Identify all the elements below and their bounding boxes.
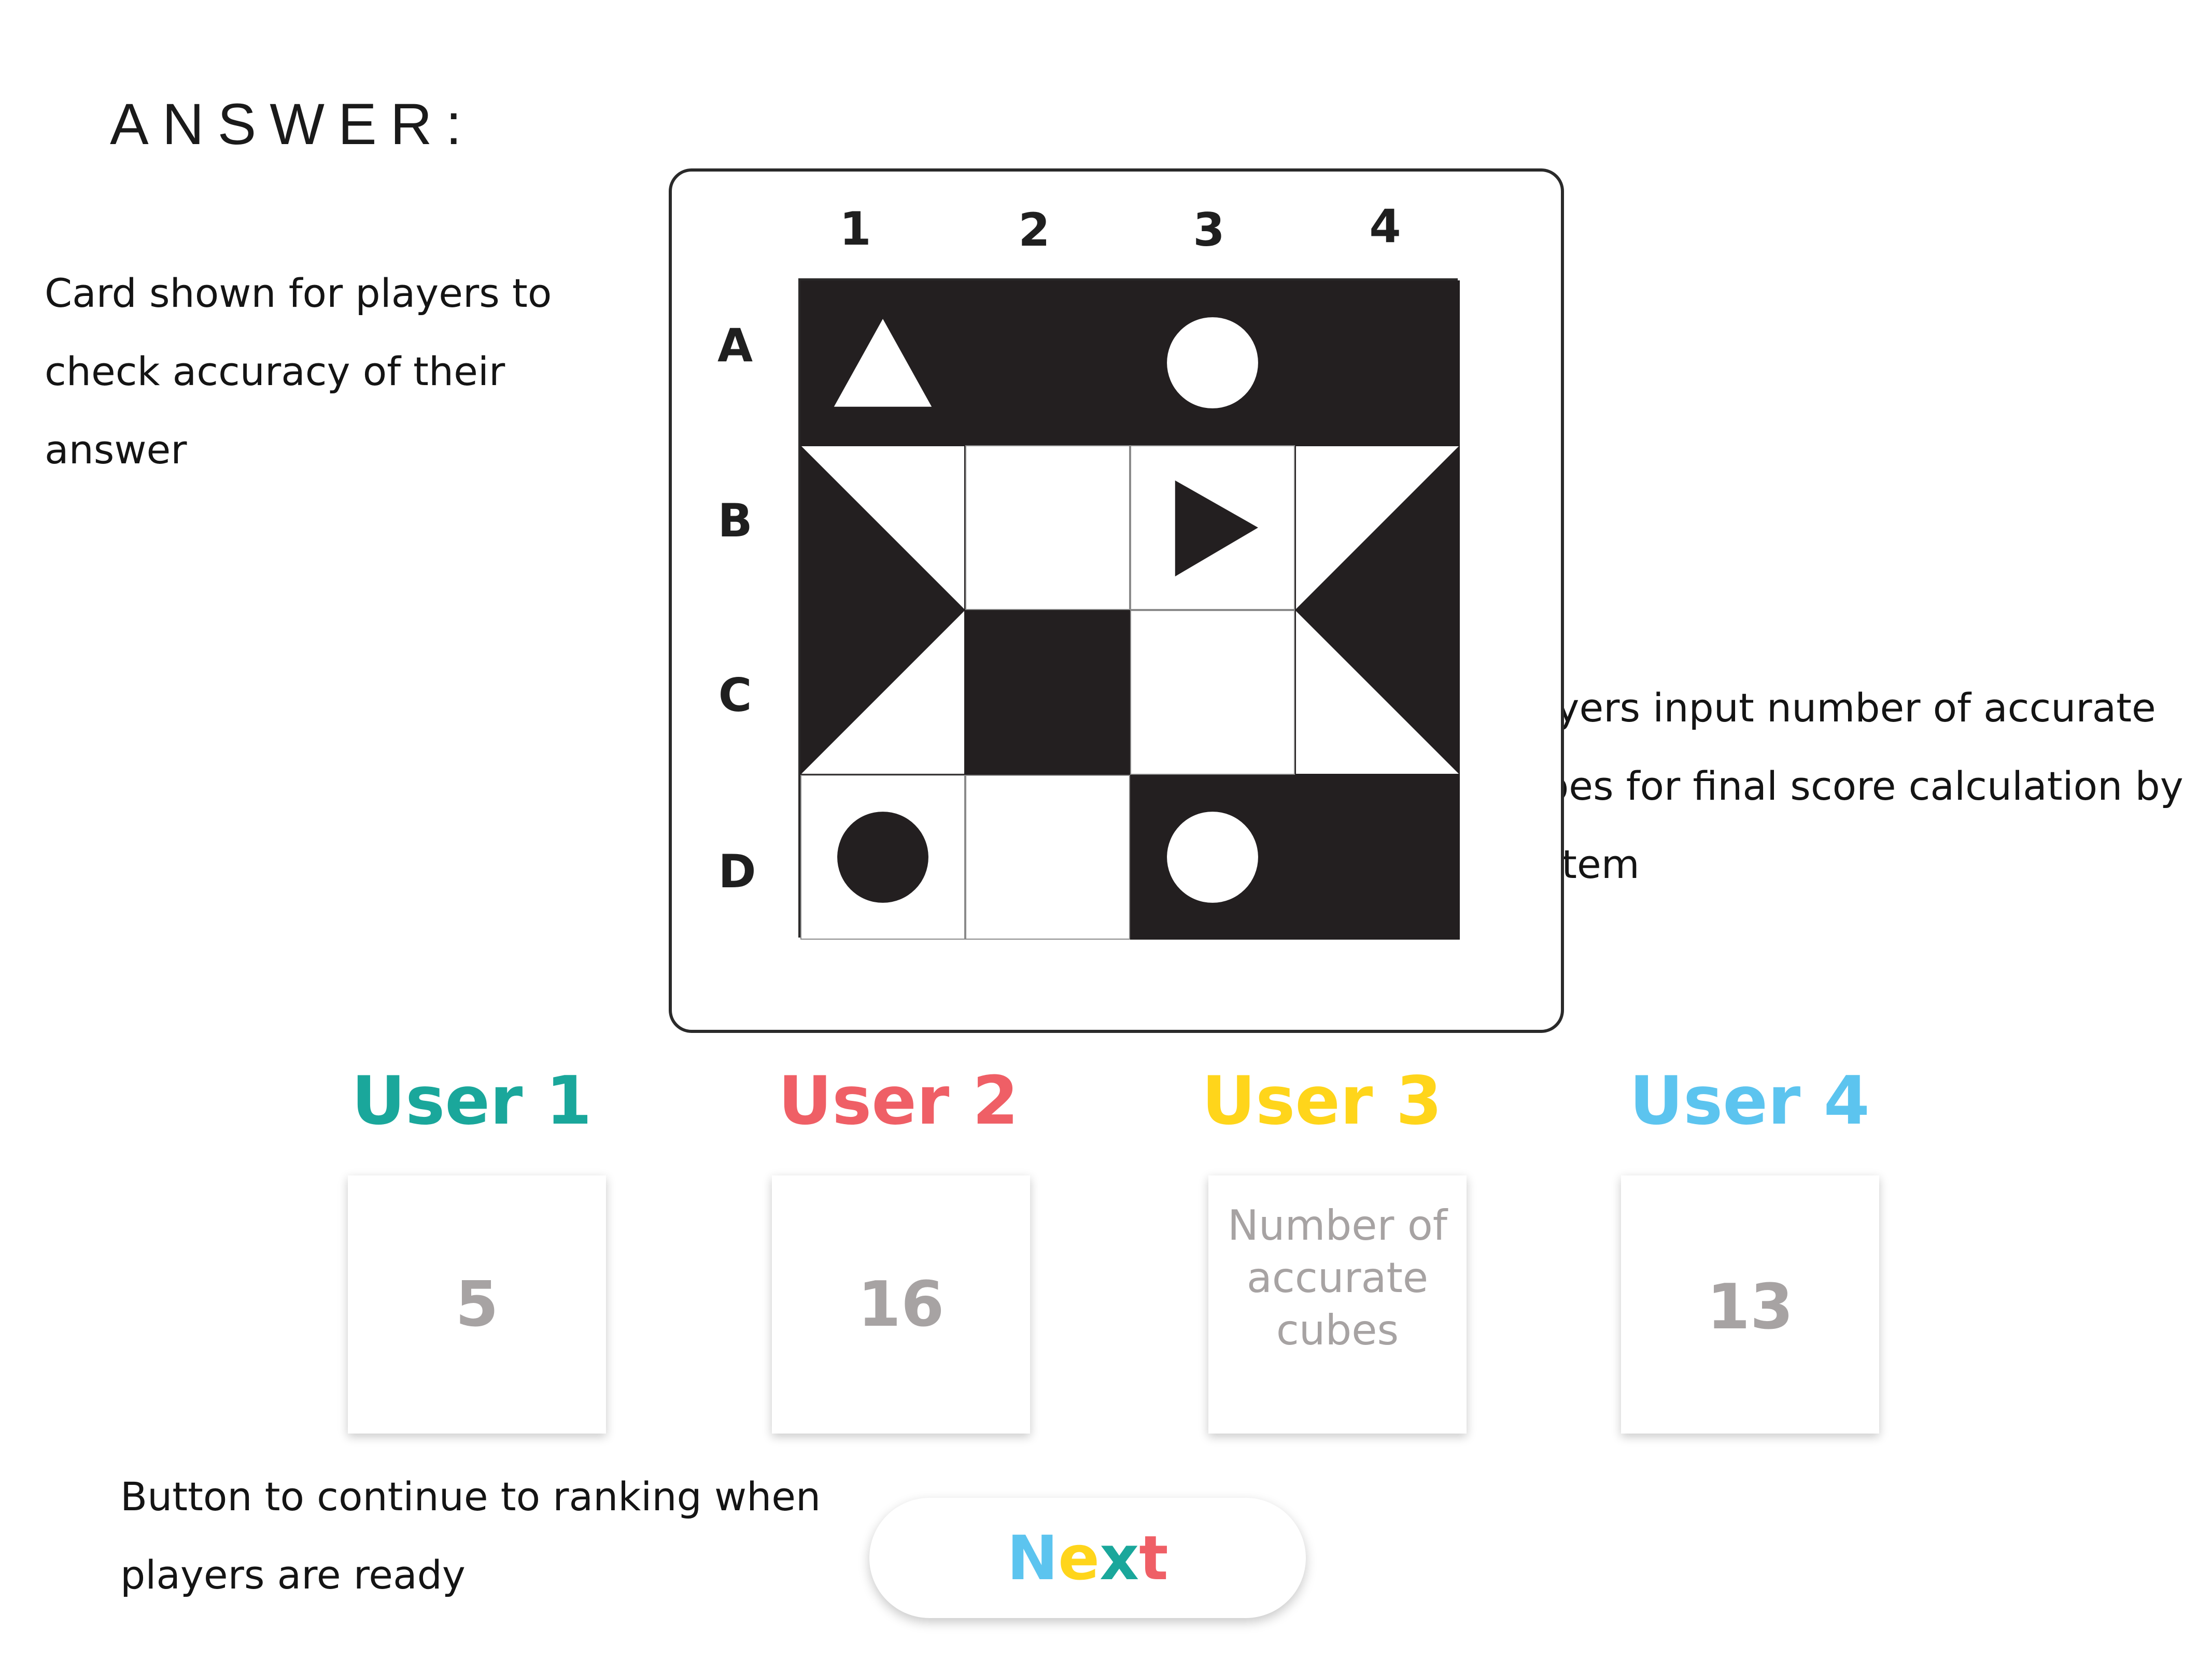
black-circle-icon <box>837 812 928 903</box>
cell-c3 <box>1130 610 1295 775</box>
white-circle-icon <box>1167 812 1258 903</box>
next-label-letter: x <box>1100 1522 1139 1594</box>
row-label-b: B <box>717 494 753 547</box>
white-circle-icon <box>1167 317 1258 408</box>
black-triangle-icon <box>801 611 964 774</box>
row-label-d: D <box>718 845 756 898</box>
next-label-letter: t <box>1139 1522 1168 1594</box>
cell-a2 <box>965 280 1130 445</box>
user-4-score-input[interactable] <box>1621 1175 1879 1434</box>
user-3-label: User 3 <box>1202 1062 1442 1140</box>
cell-b4 <box>1295 445 1460 610</box>
cell-a4 <box>1295 280 1460 445</box>
black-triangle-icon <box>801 446 964 609</box>
card-annotation: Card shown for players to check accuracy… <box>45 270 552 473</box>
white-triangle-icon <box>834 319 932 407</box>
user-3-score-input[interactable] <box>1208 1175 1467 1434</box>
next-label-letter: N <box>1007 1522 1059 1594</box>
row-label-a: A <box>717 319 753 372</box>
cell-c2 <box>965 610 1130 775</box>
page-title: ANSWER: <box>110 92 475 157</box>
cell-a1 <box>800 280 965 445</box>
column-label-1: 1 <box>839 202 871 256</box>
column-label-2: 2 <box>1018 203 1050 257</box>
cell-d3 <box>1130 775 1295 940</box>
cell-b1 <box>800 445 965 610</box>
user-1-score-input[interactable] <box>348 1175 606 1434</box>
next-label-letter: e <box>1058 1522 1100 1594</box>
user-2-label: User 2 <box>778 1062 1019 1140</box>
cell-b2 <box>965 445 1130 610</box>
input-annotation: Players input number of accurate cubes f… <box>1497 685 2183 887</box>
user-1-label: User 1 <box>351 1062 592 1140</box>
pattern-grid <box>798 278 1460 940</box>
cell-d1 <box>800 775 965 940</box>
user-4-label: User 4 <box>1629 1062 1870 1140</box>
row-label-c: C <box>718 669 752 722</box>
cell-c4 <box>1295 610 1460 775</box>
next-button[interactable]: Next <box>869 1498 1306 1618</box>
cell-b3 <box>1130 445 1295 610</box>
button-annotation: Button to continue to ranking when playe… <box>120 1473 821 1598</box>
play-triangle-icon <box>1175 480 1258 577</box>
black-triangle-icon <box>1296 446 1459 609</box>
next-button-label: Next <box>1007 1522 1168 1594</box>
cell-d4 <box>1295 775 1460 940</box>
column-label-3: 3 <box>1193 203 1225 257</box>
cell-d2 <box>965 775 1130 940</box>
column-label-4: 4 <box>1369 200 1401 253</box>
black-triangle-icon <box>1296 611 1459 774</box>
user-2-score-input[interactable] <box>772 1175 1030 1434</box>
cell-c1 <box>800 610 965 775</box>
cell-a3 <box>1130 280 1295 445</box>
